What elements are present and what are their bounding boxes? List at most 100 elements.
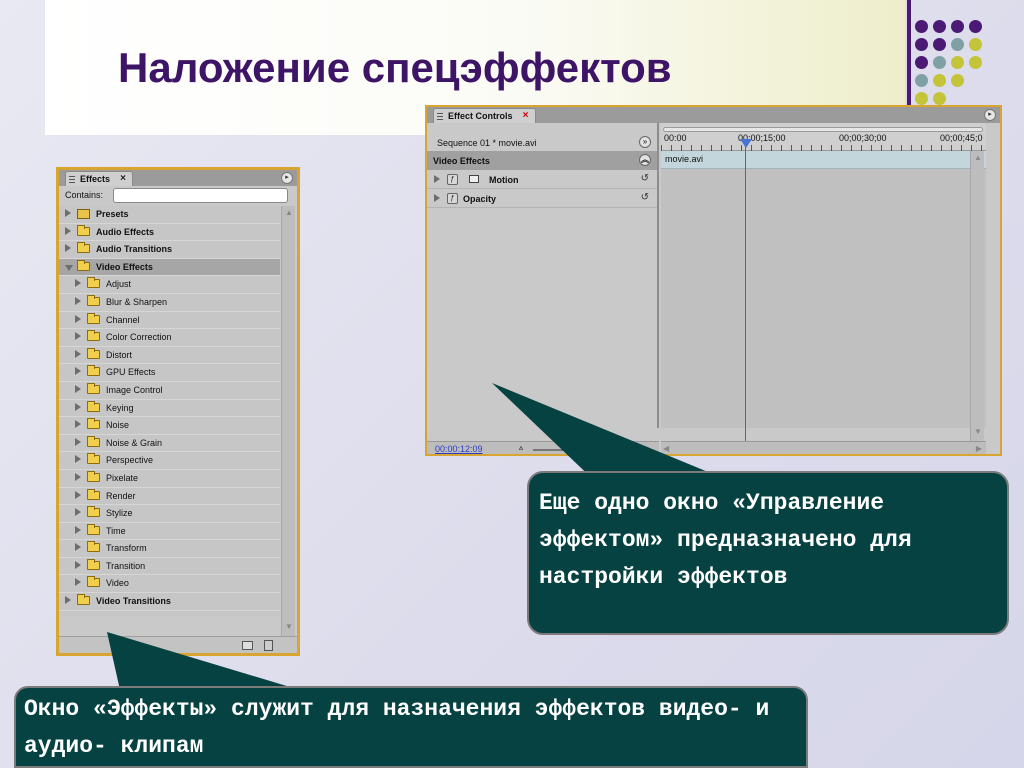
tree-item[interactable]: Distort [59,347,280,365]
timeline-scrollbar[interactable]: ▲ ▼ [970,151,984,441]
tree-item[interactable]: Adjust [59,276,280,294]
expand-triangle-icon[interactable] [75,314,81,323]
tree-item[interactable]: Keying [59,400,280,418]
contains-search-input[interactable] [113,188,288,203]
tree-item[interactable]: Render [59,488,280,506]
effect-label-opacity: Opacity [463,194,497,204]
tree-item-label: Image Control [106,384,163,395]
expand-triangle-icon[interactable] [65,209,71,217]
clip-bar[interactable]: movie.avi [661,151,986,169]
expand-triangle-icon[interactable] [75,437,81,446]
effect-row-opacity[interactable]: ƒ Opacity ↺ [427,189,657,208]
expand-triangle-icon[interactable] [75,508,81,517]
expand-triangle-icon[interactable] [75,455,81,464]
tree-item[interactable]: Video Effects [59,258,280,277]
video-effects-header[interactable]: Video Effects ︽ [427,151,657,170]
collapse-icon[interactable]: ︽ [639,154,651,166]
expand-triangle-icon[interactable] [65,244,71,253]
current-time-readout[interactable]: 00:00:12:09 [435,444,483,454]
trash-icon[interactable] [264,640,273,651]
reset-icon[interactable]: ↺ [641,173,649,184]
expand-triangle-icon[interactable] [75,525,81,534]
tree-item[interactable]: Channel [59,312,280,330]
tree-item-label: Perspective [106,455,154,466]
tab-effects[interactable]: Effects × [65,171,134,186]
tree-item[interactable]: Pixelate [59,470,280,488]
tree-item[interactable]: Transition [59,558,280,576]
new-bin-icon[interactable] [242,641,253,650]
tree-item-label: Transition [106,560,146,571]
tree-item[interactable]: Color Correction [59,329,280,347]
expand-triangle-icon[interactable] [75,349,81,358]
scroll-up-icon[interactable]: ▲ [284,208,294,220]
grip-icon[interactable] [437,112,443,120]
expand-triangle-icon[interactable] [75,490,81,499]
time-footer: 00:00:12:09 ▵ [427,441,659,454]
expand-triangle-icon[interactable] [65,226,71,235]
tree-item[interactable]: Noise & Grain [59,435,280,453]
tree-item[interactable]: Video Transitions [59,593,280,611]
grip-icon[interactable] [69,175,75,183]
tree-item[interactable]: GPU Effects [59,364,280,382]
expand-triangle-icon[interactable] [75,543,81,552]
effects-tab-bar: Effects × ▸ [59,170,297,186]
effects-scrollbar[interactable]: ▲ ▼ [281,206,295,636]
tree-item[interactable]: Transform [59,540,280,558]
scroll-right-icon[interactable]: ▶ [976,444,982,453]
tree-item[interactable]: Audio Transitions [59,241,280,259]
zoom-out-icon[interactable]: ▵ [519,443,523,452]
tree-item-label: Blur & Sharpen [106,296,168,307]
fx-toggle-icon[interactable]: ƒ [447,174,458,185]
panel-menu-icon[interactable]: ▸ [281,172,293,184]
contains-row: Contains: [59,186,297,206]
expand-triangle-icon[interactable] [75,367,81,376]
tree-item-label: Audio Effects [96,226,155,237]
folder-icon [87,435,100,447]
scroll-down-icon[interactable]: ▼ [973,427,983,439]
tree-item[interactable]: Blur & Sharpen [59,294,280,312]
tree-item[interactable]: Time [59,523,280,541]
expand-triangle-icon[interactable] [75,560,81,569]
show-timeline-icon[interactable]: » [639,136,651,148]
expand-triangle-icon[interactable] [75,296,81,305]
panel-menu-icon[interactable]: ▸ [984,109,996,121]
motion-icon [469,175,479,183]
effect-row-motion[interactable]: ƒ Motion ↺ [427,170,657,189]
reset-icon[interactable]: ↺ [641,192,649,203]
zoom-slider[interactable] [533,449,573,451]
timeline-ruler[interactable]: 00:00 00;00;15;00 00;00;30;00 00;00;45;0 [661,123,986,151]
tree-item[interactable]: Stylize [59,505,280,523]
sequence-row: Sequence 01 * movie.avi » [427,134,657,151]
tree-item[interactable]: Video [59,575,280,594]
expand-triangle-icon[interactable] [75,279,81,288]
expand-triangle-icon[interactable] [434,194,440,202]
tree-item[interactable]: Image Control [59,382,280,400]
fx-toggle-icon[interactable]: ƒ [447,193,458,204]
scroll-down-icon[interactable]: ▼ [284,622,294,634]
tab-effects-label: Effects [80,174,111,184]
scroll-left-icon[interactable]: ◀ [663,444,669,453]
expand-triangle-icon[interactable] [75,384,81,393]
tree-item[interactable]: Audio Effects [59,224,280,242]
close-icon[interactable]: × [523,109,529,123]
timeline-hscrollbar[interactable]: ◀ ▶ [661,441,986,454]
expanded-triangle-icon[interactable] [65,264,73,271]
decoration-dot [915,74,928,87]
tab-effect-controls[interactable]: Effect Controls × [433,108,536,123]
expand-triangle-icon[interactable] [65,596,71,605]
tree-item[interactable]: Presets [59,206,280,224]
tree-item[interactable]: Perspective [59,452,280,470]
decoration-dot [951,38,964,51]
expand-triangle-icon[interactable] [75,332,81,341]
expand-triangle-icon[interactable] [75,402,81,411]
close-icon[interactable]: × [120,172,126,186]
tree-item[interactable]: Noise [59,417,280,435]
expand-triangle-icon[interactable] [75,578,81,587]
expand-triangle-icon[interactable] [75,420,81,429]
expand-triangle-icon[interactable] [434,175,440,183]
expand-triangle-icon[interactable] [75,472,81,481]
scroll-up-icon[interactable]: ▲ [973,153,983,165]
effect-controls-tab-bar: Effect Controls × ▸ [427,107,1000,123]
playhead-marker-icon[interactable] [740,139,752,148]
ruler-zoom-bar[interactable] [663,127,983,132]
